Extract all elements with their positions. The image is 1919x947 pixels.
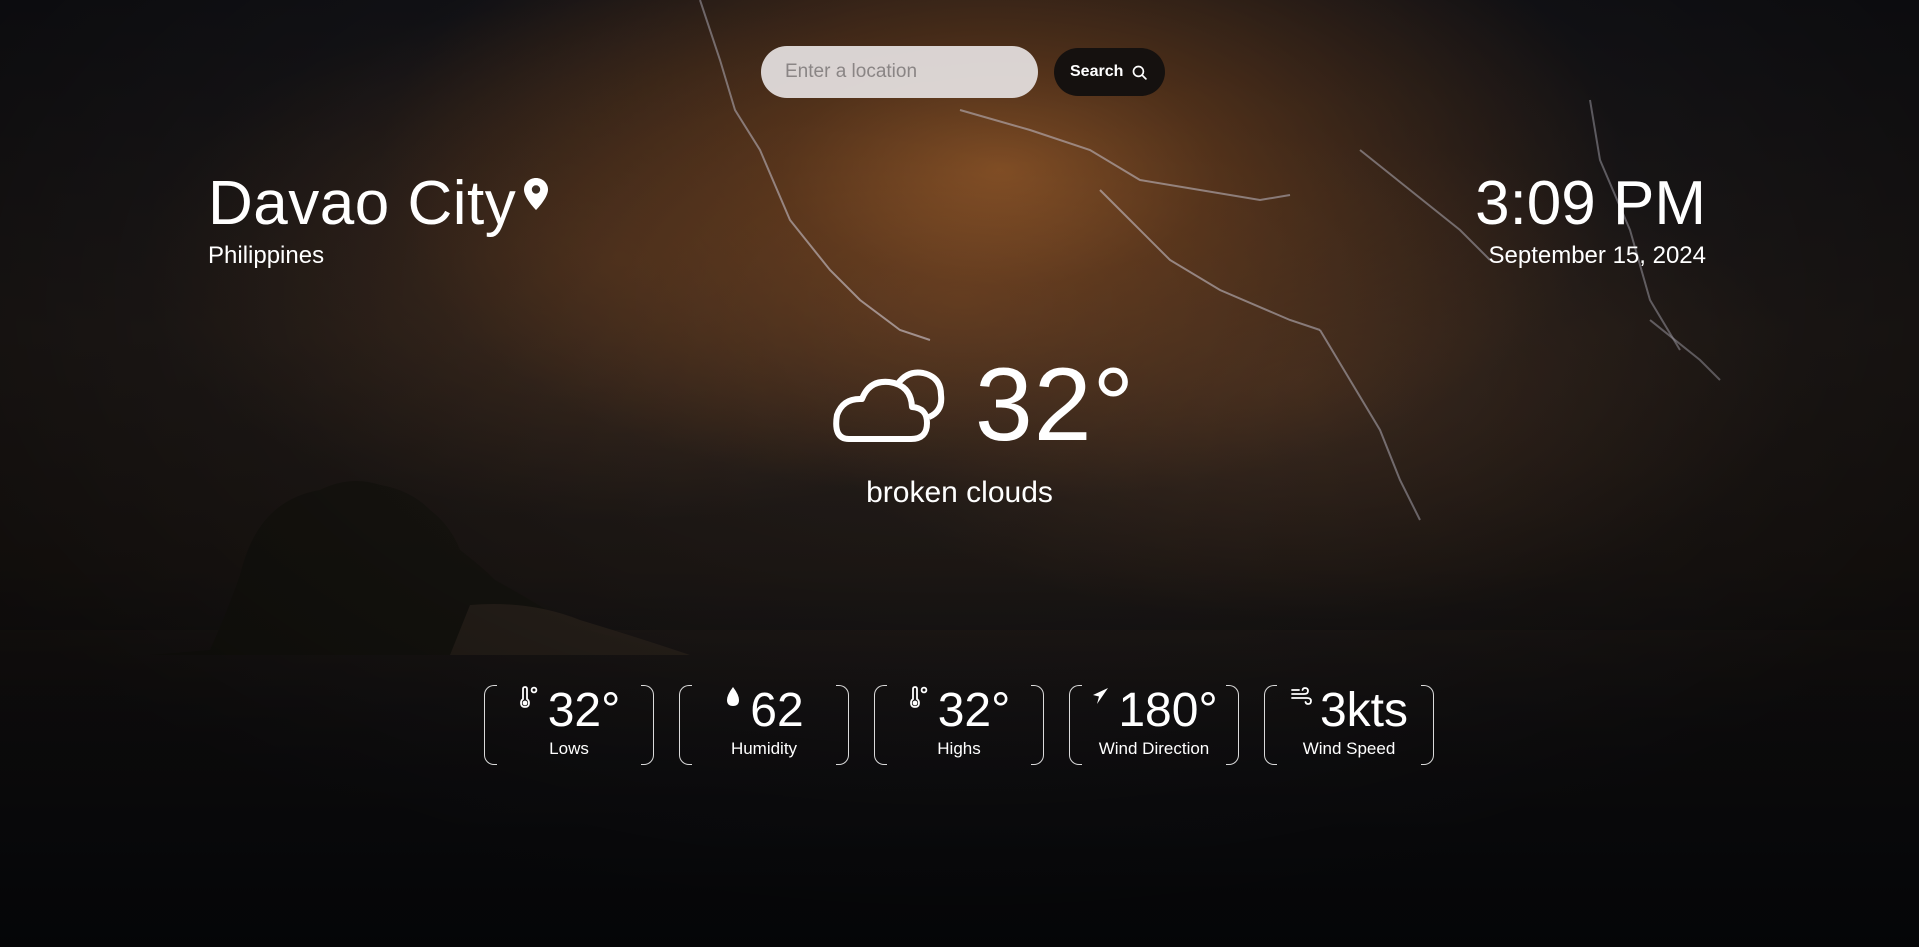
droplet-icon	[727, 687, 740, 706]
stat-value: 62	[750, 684, 804, 737]
current-temperature: 32°	[974, 347, 1136, 463]
stat-label: Wind Direction	[1098, 739, 1210, 758]
current-time: 3:09 PM	[1475, 169, 1706, 238]
thermometer-icon	[909, 686, 928, 708]
current-weather: 32°	[0, 350, 1919, 460]
search-input[interactable]	[761, 46, 1038, 98]
city-name: Davao City	[208, 169, 517, 238]
broken-clouds-icon	[833, 369, 945, 442]
stat-value: 32°	[937, 684, 1011, 737]
stat-value: 32°	[547, 684, 621, 737]
stat-wind-speed: 3kts Wind Speed	[1264, 685, 1434, 765]
weather-app: Search Davao City Philippines 3:09 PM Se…	[0, 0, 1919, 947]
stats-row: 32° Lows 62 Humidity 32° Highs 180° Wind…	[484, 685, 1434, 765]
weather-description: broken clouds	[866, 476, 1053, 509]
search-bar: Search	[761, 46, 1166, 98]
location-pin-icon	[524, 178, 549, 210]
stat-value: 180°	[1118, 684, 1218, 737]
stat-highs: 32° Highs	[874, 685, 1044, 765]
stat-wind-direction: 180° Wind Direction	[1069, 685, 1239, 765]
stat-label: Wind Speed	[1302, 739, 1396, 758]
stat-humidity: 62 Humidity	[679, 685, 849, 765]
search-button-label: Search	[1070, 63, 1124, 80]
current-date: September 15, 2024	[1488, 242, 1707, 269]
thermometer-icon	[519, 686, 538, 708]
wind-icon	[1291, 687, 1312, 705]
sea-background	[0, 630, 1919, 947]
country-name: Philippines	[208, 242, 325, 269]
stat-label: Humidity	[730, 739, 798, 758]
stat-value: 3kts	[1319, 684, 1409, 737]
search-button[interactable]: Search	[1054, 48, 1166, 96]
stat-lows: 32° Lows	[484, 685, 654, 765]
datetime-block: 3:09 PM September 15, 2024	[1475, 168, 1706, 270]
location-block: Davao City Philippines	[208, 168, 549, 270]
search-icon	[1133, 65, 1148, 80]
stat-label: Highs	[937, 739, 981, 758]
navigation-arrow-icon	[1093, 688, 1109, 704]
stat-label: Lows	[549, 739, 589, 758]
